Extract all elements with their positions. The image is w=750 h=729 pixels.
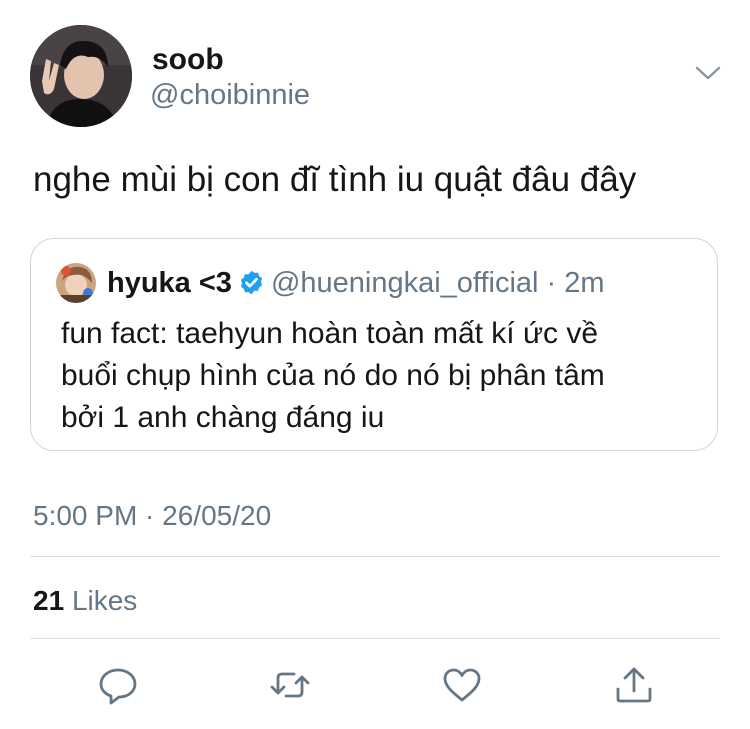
quoted-separator: · [538, 267, 565, 299]
quoted-handle[interactable]: @hueningkai_official [271, 267, 539, 299]
tweet-timestamp[interactable]: 5:00 PM · 26/05/20 [33, 500, 271, 532]
author-handle[interactable]: @choibinnie [150, 79, 310, 111]
quoted-tweet-text: fun fact: taehyun hoàn toàn mất kí ức về… [61, 313, 701, 439]
quoted-text-line: fun fact: taehyun hoàn toàn mất kí ức về [61, 317, 599, 350]
verified-badge-icon [240, 270, 263, 295]
quoted-author-avatar[interactable] [56, 263, 96, 303]
share-icon[interactable] [612, 663, 656, 707]
likes-count: 21 [33, 585, 65, 616]
quoted-display-name[interactable]: hyuka <3 [107, 267, 232, 299]
quoted-tweet-header: hyuka <3 @hueningkai_official · 2m [107, 265, 605, 301]
tweet-text: nghe mùi bị con đĩ tình iu quật đâu đây [33, 160, 637, 199]
likes-summary[interactable]: 21 Likes [33, 585, 137, 617]
author-avatar[interactable] [30, 25, 132, 127]
divider [30, 638, 720, 639]
reply-icon[interactable] [96, 663, 140, 707]
divider [30, 556, 720, 557]
heart-icon[interactable] [440, 663, 484, 707]
quoted-text-line: bởi 1 anh chàng đáng iu [61, 401, 385, 434]
chevron-down-icon[interactable] [693, 62, 723, 84]
author-display-name[interactable]: soob [152, 44, 224, 76]
tweet-card: soob @choibinnie nghe mùi bị con đĩ tình… [0, 0, 750, 729]
retweet-icon[interactable] [268, 663, 312, 707]
quoted-tweet[interactable]: hyuka <3 @hueningkai_official · 2m fun fa… [30, 238, 718, 451]
likes-label: Likes [71, 585, 138, 616]
quoted-time[interactable]: 2m [564, 267, 604, 299]
quoted-text-line: buổi chụp hình của nó do nó bị phân tâm [61, 359, 605, 392]
